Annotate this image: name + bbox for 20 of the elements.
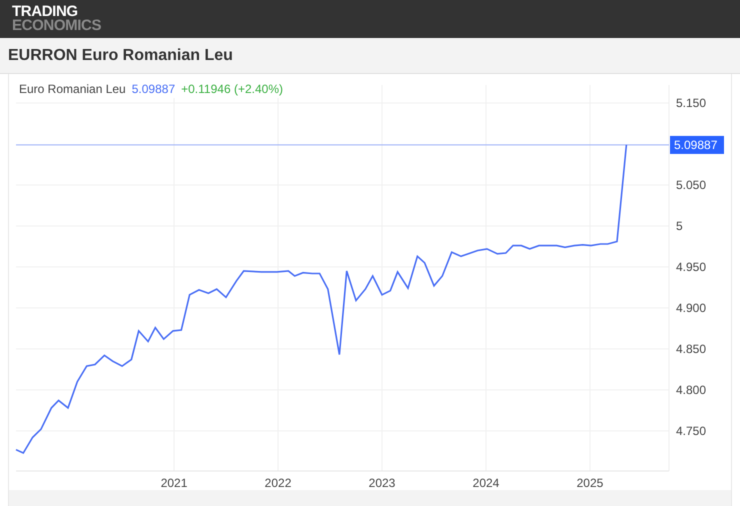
logo[interactable]: TRADING ECONOMICS (12, 5, 102, 33)
y-axis-label: 4.850 (676, 342, 706, 356)
x-axis-label: 2024 (472, 476, 500, 490)
page-title: EURRON Euro Romanian Leu (8, 46, 233, 66)
series-change: +0.11946 (+2.40%) (181, 81, 283, 98)
ref-line-label: 5.09887 (674, 138, 718, 152)
series-value: 5.09887 (132, 81, 176, 98)
x-axis-label: 2025 (576, 476, 604, 490)
y-axis-label: 5.150 (676, 96, 706, 110)
y-axis-label: 4.950 (676, 260, 706, 274)
y-axis-label: 5 (676, 218, 683, 233)
series-name: Euro Romanian Leu (19, 81, 126, 98)
x-axis-label: 2021 (160, 476, 188, 490)
x-axis-label: 2023 (368, 476, 396, 490)
y-axis-label: 4.900 (676, 300, 706, 315)
y-axis-label: 4.750 (676, 424, 706, 438)
y-axis-label: 5.050 (676, 178, 706, 192)
x-axis-label: 2022 (264, 476, 292, 490)
y-axis-label: 4.800 (676, 382, 706, 397)
last-price-label: 5.09887 (670, 136, 724, 154)
